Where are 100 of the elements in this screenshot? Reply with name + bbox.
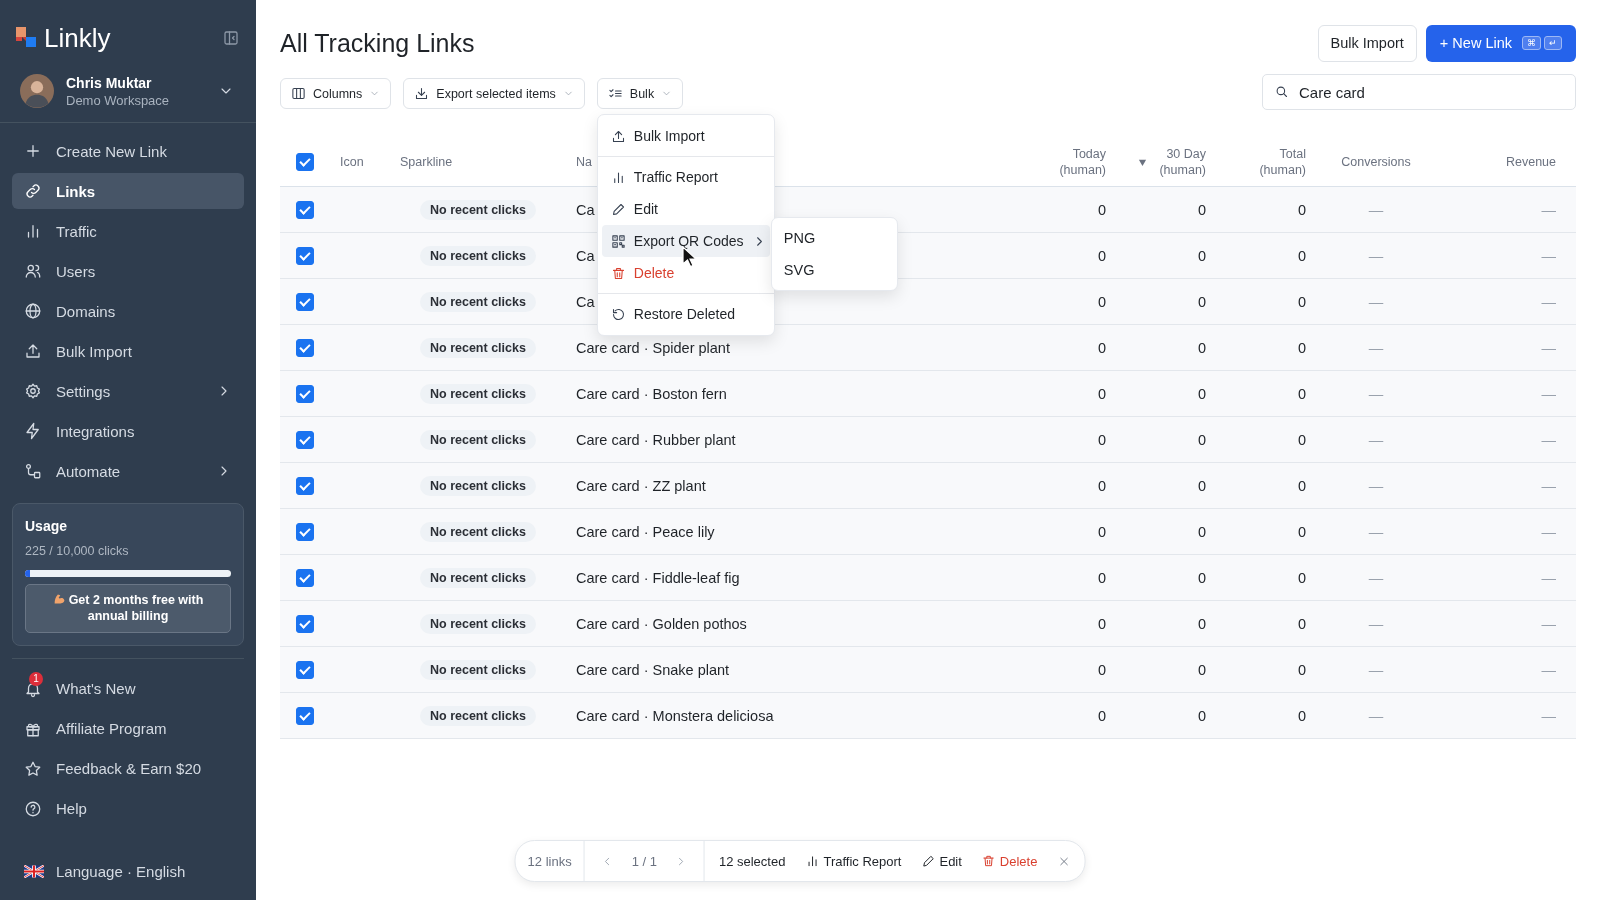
row-checkbox[interactable] bbox=[296, 384, 314, 403]
menu-item[interactable]: Bulk Import bbox=[601, 120, 770, 152]
nav-item[interactable]: Integrations bbox=[12, 413, 244, 449]
star-icon bbox=[24, 759, 42, 778]
table-cell: 0 bbox=[1097, 247, 1106, 264]
bulk-import-button[interactable]: Bulk Import bbox=[1317, 24, 1417, 62]
table-cell: — bbox=[1541, 615, 1556, 632]
no-clicks-badge: No recent clicks bbox=[420, 705, 536, 726]
link-name[interactable]: Care card · Boston fern bbox=[576, 385, 727, 402]
nav-item[interactable]: 1 What's New bbox=[12, 670, 244, 707]
link-name[interactable]: Care card · ZZ plant bbox=[576, 477, 706, 494]
table-cell: 0 bbox=[1197, 339, 1206, 356]
column-header[interactable]: Total (human) bbox=[1259, 145, 1306, 179]
link-count: 12 links bbox=[526, 852, 573, 871]
help-icon bbox=[24, 799, 42, 818]
nav-item[interactable]: Feedback & Earn $20 bbox=[12, 750, 244, 787]
table-cell: 0 bbox=[1197, 431, 1206, 448]
table-cell: — bbox=[1368, 431, 1384, 448]
menu-item[interactable]: SVG bbox=[771, 254, 897, 286]
nav-item[interactable]: Traffic bbox=[12, 213, 244, 249]
row-checkbox[interactable] bbox=[296, 246, 314, 265]
language-selector[interactable]: Language · English bbox=[0, 863, 256, 900]
menu-item[interactable]: Traffic Report bbox=[601, 161, 770, 193]
toolbar-dropdown[interactable]: Bulk bbox=[596, 78, 684, 109]
nav-item[interactable]: Automate bbox=[12, 453, 244, 489]
row-checkbox[interactable] bbox=[296, 476, 314, 495]
menu-item[interactable]: Edit bbox=[601, 193, 770, 225]
column-header[interactable]: Sparkline bbox=[400, 153, 453, 171]
row-checkbox[interactable] bbox=[296, 200, 314, 219]
nav-item[interactable]: Help bbox=[12, 790, 244, 827]
row-checkbox[interactable] bbox=[296, 706, 314, 725]
link-name[interactable]: Care card · Peace lily bbox=[576, 523, 715, 540]
row-checkbox[interactable] bbox=[296, 660, 314, 679]
select-all-checkbox[interactable] bbox=[296, 153, 314, 171]
table-cell: 0 bbox=[1097, 431, 1106, 448]
sort-icon[interactable] bbox=[1138, 157, 1148, 167]
no-clicks-badge: No recent clicks bbox=[420, 613, 536, 634]
row-checkbox[interactable] bbox=[296, 614, 314, 633]
table-cell: 0 bbox=[1097, 523, 1106, 540]
row-checkbox[interactable] bbox=[296, 430, 314, 449]
promo-button[interactable]: Get 2 months free with annual billing bbox=[25, 584, 231, 633]
column-header[interactable]: Na bbox=[576, 153, 592, 171]
menu-item[interactable]: PNG bbox=[771, 222, 897, 254]
column-header[interactable]: 30 Day (human) bbox=[1159, 145, 1206, 179]
users-icon bbox=[24, 262, 42, 280]
menu-item[interactable]: Delete bbox=[601, 257, 770, 289]
toolbar-dropdown[interactable]: Columns bbox=[280, 78, 392, 109]
link-name[interactable]: Ca bbox=[576, 293, 595, 310]
nav-item[interactable]: Users bbox=[12, 253, 244, 289]
link-name[interactable]: Care card · Golden pothos bbox=[576, 615, 747, 632]
row-checkbox[interactable] bbox=[296, 338, 314, 357]
new-link-button[interactable]: + New Link ⌘ ↵ bbox=[1425, 24, 1576, 62]
link-name[interactable]: Ca bbox=[576, 247, 595, 264]
nav-item[interactable]: Bulk Import bbox=[12, 333, 244, 369]
link-name[interactable]: Care card · Fiddle-leaf fig bbox=[576, 569, 740, 586]
nav-item[interactable]: Create New Link bbox=[12, 133, 244, 169]
pencil-icon bbox=[921, 854, 936, 868]
table-cell: 0 bbox=[1097, 661, 1106, 678]
column-header[interactable]: Conversions bbox=[1341, 153, 1411, 171]
table-cell: — bbox=[1368, 385, 1384, 402]
link-name[interactable]: Care card · Monstera deliciosa bbox=[576, 707, 774, 724]
table-cell: 0 bbox=[1197, 385, 1206, 402]
settings-icon bbox=[24, 382, 42, 400]
table-cell: 0 bbox=[1297, 477, 1306, 494]
link-name[interactable]: Ca bbox=[576, 201, 595, 218]
row-checkbox[interactable] bbox=[296, 522, 314, 541]
table-cell: — bbox=[1368, 293, 1384, 310]
user-menu[interactable]: Chris Muktar Demo Workspace bbox=[0, 60, 256, 123]
table-cell: 0 bbox=[1297, 339, 1306, 356]
sidebar-toggle-icon[interactable] bbox=[222, 29, 240, 47]
link-name[interactable]: Care card · Spider plant bbox=[576, 339, 730, 356]
link-icon bbox=[24, 182, 42, 200]
action-button[interactable]: Edit bbox=[921, 853, 962, 869]
no-clicks-badge: No recent clicks bbox=[420, 567, 536, 588]
table-cell: 0 bbox=[1297, 661, 1306, 678]
action-button[interactable]: Traffic Report bbox=[805, 853, 902, 869]
table-cell: 0 bbox=[1197, 661, 1206, 678]
search-field[interactable]: Care card bbox=[1262, 74, 1576, 110]
no-clicks-badge: No recent clicks bbox=[420, 245, 536, 266]
nav-item[interactable]: Domains bbox=[12, 293, 244, 329]
column-header[interactable]: Today (human) bbox=[1059, 145, 1106, 179]
link-name[interactable]: Care card · Rubber plant bbox=[576, 431, 736, 448]
table-cell: — bbox=[1541, 569, 1556, 586]
row-checkbox[interactable] bbox=[296, 292, 314, 311]
row-checkbox[interactable] bbox=[296, 568, 314, 587]
nav-item[interactable]: Links bbox=[12, 173, 244, 209]
table-cell: 0 bbox=[1097, 201, 1106, 218]
download-icon bbox=[414, 86, 430, 101]
column-header[interactable]: Icon bbox=[340, 153, 364, 171]
table-cell: 0 bbox=[1297, 385, 1306, 402]
column-header[interactable]: Revenue bbox=[1505, 153, 1556, 171]
link-name[interactable]: Care card · Snake plant bbox=[576, 661, 730, 678]
toolbar-dropdown[interactable]: Export selected items bbox=[403, 78, 585, 109]
search-icon bbox=[1274, 84, 1289, 99]
action-button[interactable]: Delete bbox=[981, 853, 1038, 869]
nav-item[interactable]: Settings bbox=[12, 373, 244, 409]
table-cell: 0 bbox=[1197, 247, 1206, 264]
nav-item[interactable]: Affiliate Program bbox=[12, 710, 244, 747]
table-cell: 0 bbox=[1297, 707, 1306, 724]
menu-item[interactable]: Restore Deleted bbox=[601, 298, 770, 330]
